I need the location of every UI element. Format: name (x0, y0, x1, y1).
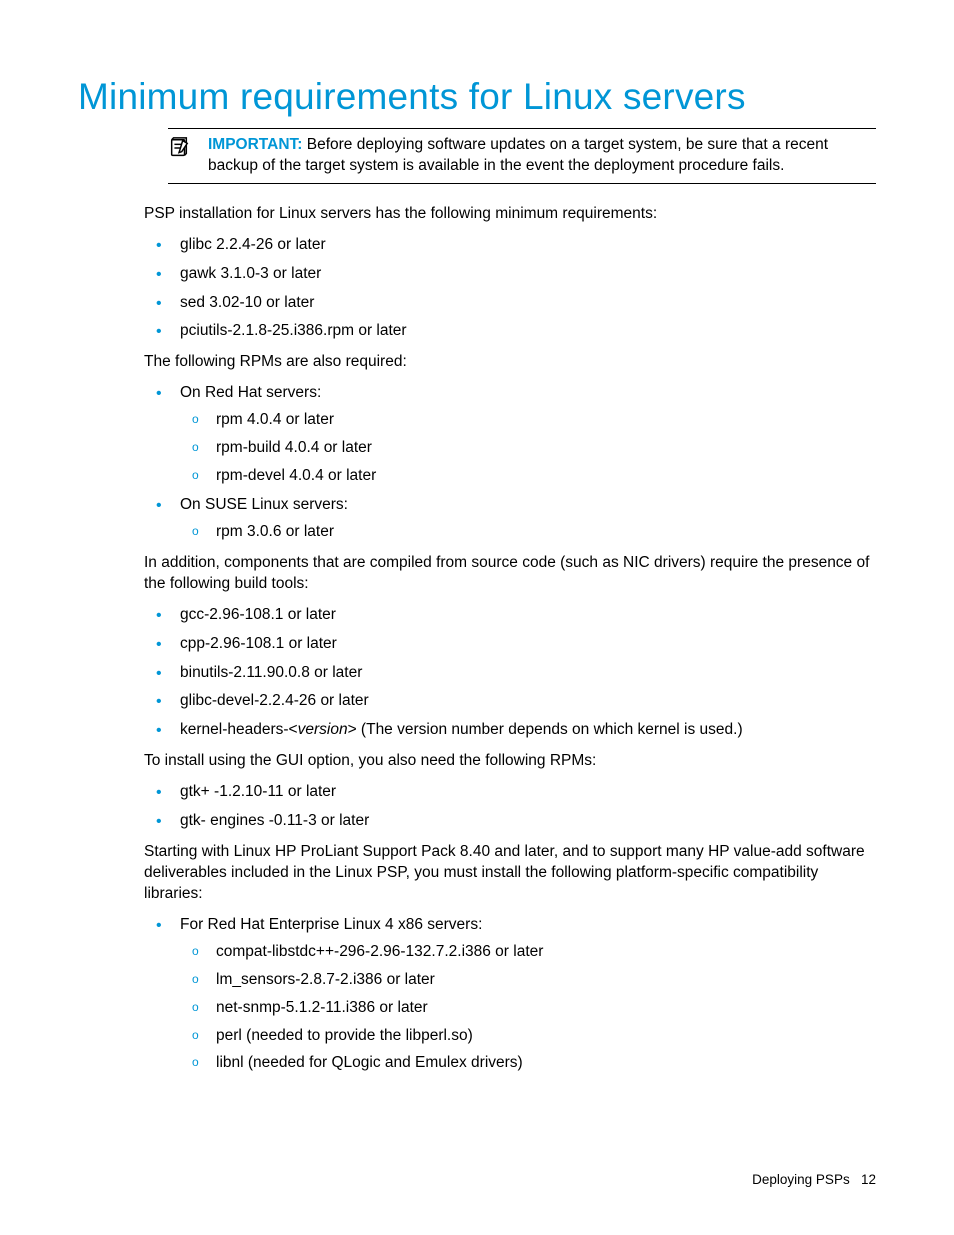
list-item: gtk+ -1.2.10-11 or later (144, 782, 876, 803)
build-intro-paragraph: In addition, components that are compile… (144, 553, 876, 595)
section-title: On SUSE Linux servers: (180, 496, 348, 513)
compat-sections-list: For Red Hat Enterprise Linux 4 x86 serve… (144, 915, 876, 1075)
rpm-intro-paragraph: The following RPMs are also required: (144, 352, 876, 373)
list-item: pciutils-2.1.8-25.i386.rpm or later (144, 321, 876, 342)
list-item: rpm 4.0.4 or later (180, 410, 876, 431)
kernel-headers-post: > (The version number depends on which k… (348, 721, 743, 738)
list-item: gcc-2.96-108.1 or later (144, 605, 876, 626)
list-item: gawk 3.1.0-3 or later (144, 264, 876, 285)
gui-rpms-list: gtk+ -1.2.10-11 or later gtk- engines -0… (144, 782, 876, 832)
intro-paragraph: PSP installation for Linux servers has t… (144, 204, 876, 225)
page-footer: Deploying PSPs 12 (752, 1171, 876, 1189)
footer-section: Deploying PSPs (752, 1172, 850, 1187)
list-item: For Red Hat Enterprise Linux 4 x86 serve… (144, 915, 876, 1075)
important-label: IMPORTANT: (208, 136, 302, 153)
basic-requirements-list: glibc 2.2.4-26 or later gawk 3.1.0-3 or … (144, 235, 876, 343)
list-item: sed 3.02-10 or later (144, 293, 876, 314)
section-title: For Red Hat Enterprise Linux 4 x86 serve… (180, 916, 482, 933)
kernel-headers-pre: kernel-headers-< (180, 721, 298, 738)
list-item: On SUSE Linux servers: rpm 3.0.6 or late… (144, 495, 876, 543)
list-item: compat-libstdc++-296-2.96-132.7.2.i386 o… (180, 942, 876, 963)
build-tools-list: gcc-2.96-108.1 or later cpp-2.96-108.1 o… (144, 605, 876, 742)
page: Minimum requirements for Linux servers I… (0, 0, 954, 1235)
list-item: lm_sensors-2.8.7-2.i386 or later (180, 970, 876, 991)
list-item: perl (needed to provide the libperl.so) (180, 1026, 876, 1047)
callout-container: IMPORTANT: Before deploying software upd… (168, 128, 876, 184)
list-item: gtk- engines -0.11-3 or later (144, 811, 876, 832)
list-item: glibc 2.2.4-26 or later (144, 235, 876, 256)
list-item: net-snmp-5.1.2-11.i386 or later (180, 998, 876, 1019)
kernel-headers-version: version (298, 721, 348, 738)
list-item: binutils-2.11.90.0.8 or later (144, 663, 876, 684)
list-item: libnl (needed for QLogic and Emulex driv… (180, 1053, 876, 1074)
rpm-sections-list: On Red Hat servers: rpm 4.0.4 or later r… (144, 383, 876, 543)
note-icon (168, 137, 190, 166)
footer-page-number: 12 (861, 1172, 876, 1187)
list-item: kernel-headers-<version> (The version nu… (144, 720, 876, 741)
list-item: glibc-devel-2.2.4-26 or later (144, 691, 876, 712)
list-item: On Red Hat servers: rpm 4.0.4 or later r… (144, 383, 876, 487)
gui-intro-paragraph: To install using the GUI option, you als… (144, 751, 876, 772)
list-item: rpm-devel 4.0.4 or later (180, 466, 876, 487)
sub-list: rpm 4.0.4 or later rpm-build 4.0.4 or la… (180, 410, 876, 487)
compat-intro-paragraph: Starting with Linux HP ProLiant Support … (144, 842, 876, 905)
important-callout: IMPORTANT: Before deploying software upd… (168, 128, 876, 184)
list-item: rpm 3.0.6 or later (180, 522, 876, 543)
sub-list: rpm 3.0.6 or later (180, 522, 876, 543)
section-title: On Red Hat servers: (180, 384, 321, 401)
list-item: rpm-build 4.0.4 or later (180, 438, 876, 459)
list-item: cpp-2.96-108.1 or later (144, 634, 876, 655)
body-content: PSP installation for Linux servers has t… (144, 204, 876, 1075)
sub-list: compat-libstdc++-296-2.96-132.7.2.i386 o… (180, 942, 876, 1075)
page-heading: Minimum requirements for Linux servers (78, 72, 876, 122)
callout-text: IMPORTANT: Before deploying software upd… (208, 135, 876, 177)
